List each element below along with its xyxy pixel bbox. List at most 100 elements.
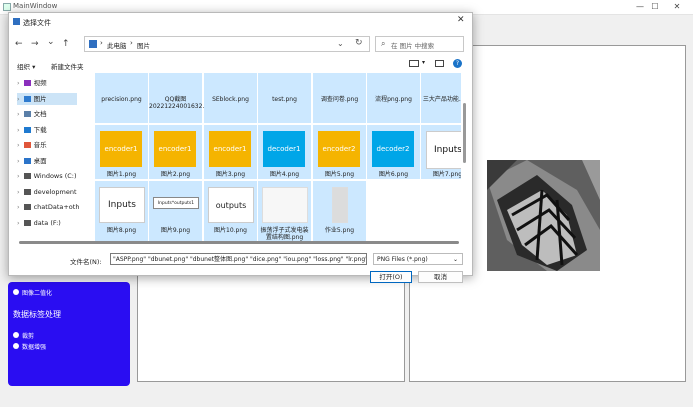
breadcrumb-sep: › [130, 39, 133, 47]
forward-button[interactable]: → [31, 39, 39, 49]
file-item[interactable]: Inputs 图片8.png [95, 181, 148, 241]
sidebar-item[interactable]: › 文档 [17, 108, 77, 120]
menu-item-label: 数据增强 [22, 344, 47, 351]
file-thumbnail: decoder2 [372, 131, 414, 167]
file-name: 流程png.png [375, 96, 412, 103]
chevron-right-icon[interactable]: › [17, 126, 20, 134]
file-thumbnail: decoder1 [263, 131, 305, 167]
file-item[interactable]: encoder1 图片3.png [204, 125, 257, 179]
file-name: 作业5.png [324, 227, 355, 234]
refresh-icon[interactable]: ↻ [355, 38, 363, 48]
file-name: 图片9.png [160, 227, 191, 234]
preview-pane-icon[interactable] [435, 60, 444, 67]
file-thumbnail: Inputs [426, 131, 461, 169]
chevron-right-icon[interactable]: › [17, 219, 20, 227]
vertical-scrollbar[interactable] [463, 103, 466, 163]
organize-menu[interactable]: 组织 ▾ [17, 61, 35, 71]
file-item[interactable]: encoder2 图片5.png [313, 125, 366, 179]
filename-label: 文件名(N): [70, 258, 102, 266]
dialog-icon [13, 18, 20, 25]
cancel-button[interactable]: 取消 [418, 271, 463, 283]
sidebar-item-label: Windows (C:) [33, 172, 77, 180]
section-heading: 数据标签处理 [13, 310, 61, 319]
thumbnail-text: outputs [215, 200, 247, 210]
chevron-right-icon[interactable]: › [17, 172, 20, 180]
file-item[interactable]: 三大产品功能.png [421, 73, 461, 123]
filetype-select[interactable]: PNG Files (*.png) ⌄ [373, 253, 463, 265]
thumbnail-text: decoder1 [267, 145, 301, 153]
thumbnail-text: Inputs [434, 145, 461, 155]
file-item[interactable]: encoder1 图片2.png [149, 125, 202, 179]
menu-item-crop[interactable]: 裁剪 [13, 331, 35, 340]
file-item[interactable]: encoder1 图片1.png [95, 125, 148, 179]
sidebar-item[interactable]: › 音乐 [17, 139, 77, 151]
chevron-down-icon[interactable]: ⌄ [337, 39, 344, 48]
file-name: 图片6.png [378, 171, 409, 178]
up-button[interactable]: ↑ [62, 39, 70, 49]
close-button[interactable]: ✕ [664, 0, 690, 14]
sidebar-item[interactable]: › chatData+oth [17, 201, 79, 213]
folder-icon [23, 173, 31, 179]
file-item[interactable]: 流程png.png [367, 73, 420, 123]
breadcrumb-folder[interactable]: 图片 [137, 40, 150, 50]
file-item[interactable]: decoder1 图片4.png [258, 125, 311, 179]
chevron-right-icon[interactable]: › [17, 79, 20, 87]
chevron-right-icon[interactable]: › [17, 157, 20, 165]
file-thumbnail: encoder1 [209, 131, 251, 167]
folder-icon [23, 188, 31, 195]
file-item[interactable]: QQ截图20221224001632.png [149, 73, 216, 123]
file-item[interactable]: precision.png [95, 73, 148, 123]
file-item[interactable]: 振荡浮子式发电装置结构图.png [258, 181, 311, 241]
sidebar-item[interactable]: › 图片 [17, 92, 77, 105]
open-button[interactable]: 打开(O) [370, 271, 412, 283]
folder-icon [23, 219, 31, 226]
file-item[interactable]: outputs 图片10.png [204, 181, 257, 241]
horizontal-scrollbar[interactable] [19, 241, 459, 244]
sidebar-item[interactable]: › 桌面 [17, 155, 77, 167]
file-item[interactable]: 作业5.png [313, 181, 366, 241]
folder-icon [23, 95, 31, 102]
menu-item-label: 裁剪 [22, 333, 35, 340]
chevron-right-icon[interactable]: › [17, 188, 20, 196]
file-name: 图片5.png [324, 171, 355, 178]
file-item[interactable]: 调查问卷.png [313, 73, 366, 123]
file-thumbnail: encoder2 [318, 131, 360, 167]
file-item[interactable]: SE BlockSEblock.png [204, 73, 257, 123]
sidebar-item[interactable]: › development [17, 186, 77, 198]
sidebar-item[interactable]: › 下载 [17, 124, 77, 136]
file-name: 三大产品功能.png [422, 96, 461, 103]
search-icon: ⌕ [381, 39, 386, 48]
recent-dropdown-button[interactable]: ⌄ [47, 37, 55, 47]
back-button[interactable]: ← [15, 39, 23, 49]
sidebar-item[interactable]: › data (F:) [17, 217, 77, 229]
file-item[interactable]: Inputs 图片7.png [421, 125, 461, 179]
menu-item-binarize[interactable]: 图像二值化 [13, 288, 52, 297]
chevron-down-icon[interactable]: ▾ [422, 59, 425, 66]
file-item[interactable]: decoder2 图片6.png [367, 125, 420, 179]
search-input[interactable]: ⌕ 在 图片 中搜索 [375, 36, 464, 52]
breadcrumb-root[interactable]: 此电脑 [107, 40, 127, 50]
address-bar[interactable]: › 此电脑 › 图片 ⌄ ↻ [84, 36, 370, 52]
new-folder-button[interactable]: 新建文件夹 [51, 61, 84, 71]
dialog-close-button[interactable]: ✕ [457, 15, 465, 25]
chevron-right-icon[interactable]: › [17, 110, 20, 118]
menu-item-augment[interactable]: 数据增强 [13, 342, 47, 351]
sidebar-item[interactable]: › Windows (C:) [17, 170, 77, 182]
file-item[interactable]: test.png [258, 73, 311, 123]
dialog-title: 选择文件 [23, 19, 51, 27]
folder-icon [23, 126, 31, 133]
file-name: 图片1.png [106, 171, 137, 178]
chevron-right-icon[interactable]: › [17, 203, 20, 211]
chevron-right-icon[interactable]: › [17, 95, 20, 103]
help-icon[interactable]: ? [453, 59, 462, 68]
file-item[interactable]: Inputs*outputs1 图片9.png [149, 181, 202, 241]
thumbnail-text: encoder1 [104, 145, 138, 153]
sidebar-item[interactable]: › 视频 [17, 77, 77, 89]
file-name: 图片7.png [432, 171, 461, 178]
filename-input[interactable]: "ASPP.png" "dbunet.png" "dbunet整体图.png" … [110, 253, 367, 265]
view-icon[interactable] [409, 60, 419, 67]
file-name: 图片8.png [106, 227, 137, 234]
function-panel: 图像二值化 数据标签处理 裁剪 数据增强 [8, 282, 130, 386]
chevron-right-icon[interactable]: › [17, 141, 20, 149]
pictures-folder-icon [89, 40, 97, 48]
